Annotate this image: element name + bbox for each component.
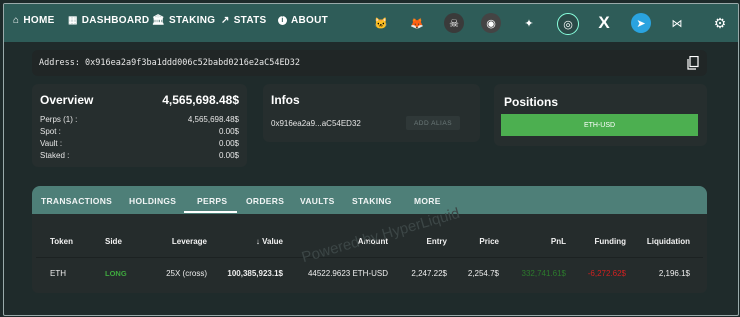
positions-title: Positions bbox=[504, 95, 559, 109]
cell-side: LONG bbox=[105, 269, 127, 278]
nav-dashboard[interactable]: ▦ DASHBOARD bbox=[68, 15, 149, 26]
cell-amount: 44522.9623 ETH-USD bbox=[307, 269, 388, 278]
header-token[interactable]: Token bbox=[50, 237, 73, 246]
overview-label: Perps (1) : bbox=[40, 115, 78, 124]
overview-value: 0.00$ bbox=[218, 151, 239, 160]
overview-value: 4,565,698.48$ bbox=[187, 115, 239, 124]
info-icon: i bbox=[278, 16, 287, 25]
overview-value: 0.00$ bbox=[218, 139, 239, 148]
infos-address: 0x916ea2a9...aC54ED32 bbox=[271, 119, 361, 128]
overview-card: Overview 4,565,698.48$ Perps (1) : 4,565… bbox=[32, 84, 247, 167]
emblem-icon[interactable]: ◉ bbox=[481, 13, 501, 33]
tab-transactions[interactable]: TRANSACTIONS bbox=[41, 196, 112, 206]
overview-label: Staked : bbox=[40, 151, 70, 160]
cell-price: 2,254.7$ bbox=[467, 269, 499, 278]
header-price[interactable]: Price bbox=[479, 237, 499, 246]
header-leverage[interactable]: Leverage bbox=[172, 237, 207, 246]
tab-perps[interactable]: PERPS bbox=[197, 196, 227, 206]
infos-title: Infos bbox=[271, 93, 300, 107]
tab-more[interactable]: MORE bbox=[414, 196, 441, 206]
nav-about[interactable]: i ABOUT bbox=[278, 15, 328, 26]
header-entry[interactable]: Entry bbox=[427, 237, 447, 246]
cell-entry: 2,247.22$ bbox=[411, 269, 447, 278]
overview-label: Vault : bbox=[40, 139, 63, 148]
header-liquidation[interactable]: Liquidation bbox=[647, 237, 690, 246]
trend-icon: ↗ bbox=[221, 15, 230, 26]
overview-title: Overview bbox=[40, 93, 94, 107]
tab-staking[interactable]: STAKING bbox=[352, 196, 392, 206]
fox-icon[interactable]: 🦊 bbox=[407, 13, 427, 33]
eth-usd-position-button[interactable]: ETH-USD bbox=[501, 114, 698, 136]
copy-icon[interactable] bbox=[687, 56, 699, 70]
bank-icon: 🏛 bbox=[152, 15, 165, 26]
cell-leverage: 25X (cross) bbox=[166, 269, 207, 278]
home-icon: ⌂ bbox=[13, 15, 20, 26]
header-value[interactable]: ↓ Value bbox=[256, 237, 283, 246]
dragonfly-icon[interactable]: ✦ bbox=[519, 13, 539, 33]
cell-funding: -6,272.62$ bbox=[587, 269, 626, 278]
header-side[interactable]: Side bbox=[105, 237, 122, 246]
overview-total: 4,565,698.48$ bbox=[162, 93, 239, 107]
tabs-bar: TRANSACTIONS HOLDINGS PERPS ORDERS VAULT… bbox=[32, 186, 707, 214]
nav-stats[interactable]: ↗ STATS bbox=[221, 15, 266, 26]
cell-value: 100,385,923.1$ bbox=[227, 269, 283, 278]
overview-label: Spot : bbox=[40, 127, 61, 136]
perps-table: Token Side Leverage ↓ Value Amount Entry… bbox=[32, 214, 707, 293]
bow-icon[interactable]: ⋈ bbox=[667, 13, 687, 33]
globe-icon[interactable]: ◎ bbox=[557, 13, 579, 35]
address-bar: Address: 0x916ea2a9f3ba1ddd006c52babd021… bbox=[32, 50, 707, 76]
positions-card: Positions ETH-USD bbox=[494, 84, 707, 146]
header-funding[interactable]: Funding bbox=[594, 237, 626, 246]
cell-pnl: 332,741.61$ bbox=[521, 269, 567, 278]
cell-liquidation: 2,196.1$ bbox=[658, 269, 690, 278]
nav-home[interactable]: ⌂ HOME bbox=[13, 15, 55, 26]
infos-card: Infos 0x916ea2a9...aC54ED32 ADD ALIAS bbox=[263, 84, 480, 142]
grid-icon: ▦ bbox=[68, 15, 78, 26]
tab-vaults[interactable]: VAULTS bbox=[300, 196, 335, 206]
address-text: Address: 0x916ea2a9f3ba1ddd006c52babd021… bbox=[39, 58, 300, 68]
header-pnl[interactable]: PnL bbox=[551, 237, 566, 246]
tab-holdings[interactable]: HOLDINGS bbox=[129, 196, 176, 206]
x-icon[interactable]: X bbox=[594, 13, 614, 33]
top-nav: ⌂ HOME ▦ DASHBOARD 🏛 STAKING ↗ STATS i ABOUT … bbox=[4, 4, 738, 42]
add-alias-button[interactable]: ADD ALIAS bbox=[406, 116, 460, 130]
table-divider bbox=[36, 257, 703, 258]
telegram-icon[interactable]: ➤ bbox=[631, 13, 651, 33]
app-frame: ⌂ HOME ▦ DASHBOARD 🏛 STAKING ↗ STATS i ABOUT … bbox=[3, 3, 739, 316]
animal-icon-1[interactable]: 🐱 bbox=[371, 13, 391, 33]
gear-icon[interactable]: ⚙ bbox=[710, 13, 730, 33]
skull-icon[interactable]: ☠ bbox=[444, 13, 464, 33]
overview-value: 0.00$ bbox=[218, 127, 239, 136]
nav-staking[interactable]: 🏛 STAKING bbox=[152, 15, 215, 26]
tab-orders[interactable]: ORDERS bbox=[246, 196, 284, 206]
cell-token: ETH bbox=[50, 269, 66, 278]
active-tab-indicator bbox=[184, 211, 237, 213]
